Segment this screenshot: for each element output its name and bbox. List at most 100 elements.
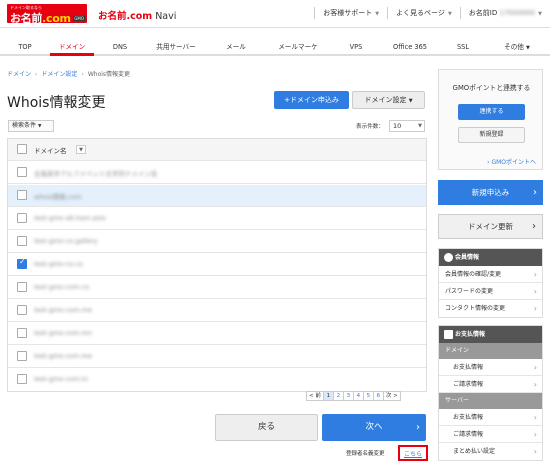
breadcrumb-domain-settings[interactable]: ドメイン設定	[41, 71, 77, 78]
tab-domain[interactable]: ドメイン	[50, 38, 94, 56]
tab-dns[interactable]: DNS	[100, 38, 140, 56]
payment-server-category: サーバー	[439, 393, 542, 409]
table-row[interactable]: test-gmo-co.co	[8, 254, 426, 276]
row-checkbox[interactable]	[17, 374, 27, 384]
chevron-down-icon: ▼	[538, 11, 542, 17]
table-row[interactable]: whois情報.com	[8, 185, 426, 207]
row-checkbox[interactable]	[17, 328, 27, 338]
chevron-down-icon: ▼	[375, 11, 380, 17]
row-checkbox[interactable]	[17, 351, 27, 361]
chevron-right-icon: ›	[533, 304, 537, 313]
table-row[interactable]: test-gmo-ab-tson.asia	[8, 208, 426, 230]
gmo-register-button[interactable]: 新規登録	[458, 127, 525, 143]
wallet-icon	[444, 330, 453, 339]
chevron-right-icon: ›	[533, 287, 537, 296]
domain-name: test-gmo-com.co	[34, 283, 90, 291]
domain-name: test-gmo-com.mn	[34, 329, 93, 337]
tab-mail[interactable]: メール	[214, 38, 258, 56]
sort-icon[interactable]: ▼	[76, 145, 86, 154]
tab-office365[interactable]: Office 365	[382, 38, 438, 56]
account-id[interactable]: お名前ID 17000000 ▼	[459, 7, 550, 19]
gmo-point-title: GMOポイントと連携する	[452, 84, 531, 92]
table-row[interactable]: test-gmo-com.co	[8, 277, 426, 299]
table-row[interactable]: 全角英字アルファベット文字列ドメイン名	[8, 162, 426, 184]
back-button[interactable]: 戻る	[215, 414, 318, 441]
domain-settings-dropdown[interactable]: ドメイン設定 ▼	[352, 91, 425, 109]
header-links: お客様サポート ▼ よく見るページ ▼ お名前ID 17000000 ▼	[314, 7, 550, 19]
prev-page-button[interactable]: < 前	[306, 391, 324, 401]
row-checkbox-checked[interactable]	[17, 257, 27, 269]
domain-billing-info-link[interactable]: ご請求情報 ›	[439, 376, 542, 393]
row-checkbox[interactable]	[17, 236, 27, 246]
domain-table: ドメイン名 ▼ 全角英字アルファベット文字列ドメイン名 whois情報.com …	[7, 138, 427, 392]
domain-renew-button[interactable]: ドメイン更新 ›	[438, 214, 543, 239]
password-change-link[interactable]: パスワードの変更 ›	[439, 283, 542, 300]
breadcrumb-domain[interactable]: ドメイン	[7, 71, 31, 78]
domain-name: whois情報.com	[34, 193, 82, 201]
chevron-down-icon: ▼	[447, 11, 452, 17]
bulk-payment-settings-link[interactable]: まとめ払い設定 ›	[439, 443, 542, 460]
chevron-right-icon: ›	[533, 380, 537, 389]
domain-payment-info-link[interactable]: お支払情報 ›	[439, 359, 542, 376]
row-checkbox[interactable]	[17, 167, 27, 177]
site-header: ドメイン取るなら お名前.com GMO お名前.com Navi お客様サポー…	[0, 0, 550, 28]
table-row[interactable]: test-gmo-com.me	[8, 346, 426, 368]
select-all-checkbox[interactable]	[17, 144, 27, 154]
domain-name: test-gmo-ab-tson.asia	[34, 214, 106, 222]
member-info-edit-link[interactable]: 会員情報の確認/変更 ›	[439, 266, 542, 283]
gmo-point-panel: GMOポイントと連携する 連携する 新規登録 › GMOポイントへ	[438, 69, 543, 170]
payment-domain-category: ドメイン	[439, 343, 542, 359]
server-billing-info-link[interactable]: ご請求情報 ›	[439, 426, 542, 443]
registrant-change-note: 登録者名義変更	[346, 451, 385, 457]
pagination: < 前 1 2 3 4 5 6 次 >	[306, 391, 401, 401]
table-row[interactable]: test-gmo-com.mn	[8, 323, 426, 345]
chevron-down-icon: ▼	[37, 124, 42, 129]
chevron-right-icon: ›	[532, 221, 536, 232]
next-button[interactable]: 次へ ›	[322, 414, 426, 441]
display-count-select[interactable]: 10 ▼	[389, 120, 425, 132]
row-checkbox[interactable]	[17, 282, 27, 292]
tab-other[interactable]: その他 ▼	[490, 38, 544, 56]
chevron-down-icon: ▼	[418, 123, 422, 129]
domain-name: test-gmo-com.me	[34, 352, 93, 360]
gmo-link-button[interactable]: 連携する	[458, 104, 525, 120]
search-conditions-dropdown[interactable]: 検索条件 ▼	[8, 120, 54, 132]
chevron-right-icon: ›	[35, 71, 38, 78]
breadcrumb-current: Whois情報変更	[87, 71, 131, 78]
domain-name: 全角英字アルファベット文字列ドメイン名	[34, 170, 158, 178]
registrant-change-link[interactable]: こちら	[404, 449, 422, 458]
support-menu[interactable]: お客様サポート ▼	[314, 7, 387, 19]
tab-top[interactable]: TOP	[8, 38, 42, 56]
server-payment-info-link[interactable]: お支払情報 ›	[439, 409, 542, 426]
chevron-right-icon: ›	[533, 430, 537, 439]
registrant-change-link-highlight[interactable]: こちら	[398, 445, 428, 461]
table-row[interactable]: test-gmo-com.me	[8, 300, 426, 322]
chevron-right-icon: ›	[81, 71, 84, 78]
logo-text: お名前.com	[10, 12, 71, 25]
gmo-points-link[interactable]: › GMOポイントへ	[487, 157, 536, 166]
table-row[interactable]: test-gmo-co.gallery	[8, 231, 426, 253]
chevron-down-icon: ▼	[408, 98, 413, 104]
tab-ssl[interactable]: SSL	[445, 38, 481, 56]
page-title: Whois情報変更	[7, 95, 106, 111]
domain-name: test-gmo-com.tv	[34, 375, 89, 383]
tab-vps[interactable]: VPS	[336, 38, 376, 56]
contact-info-change-link[interactable]: コンタクト情報の変更 ›	[439, 300, 542, 317]
user-id-value: 17000000	[499, 9, 536, 17]
main-nav: TOP ドメイン DNS 共用サーバー メール メールマーケ VPS Offic…	[0, 38, 550, 56]
table-row[interactable]: test-gmo-com.tv	[8, 369, 426, 391]
row-checkbox[interactable]	[17, 190, 27, 200]
favorites-menu[interactable]: よく見るページ ▼	[387, 7, 460, 19]
app-title: お名前.com Navi	[98, 11, 177, 22]
onamae-logo[interactable]: ドメイン取るなら お名前.com GMO	[7, 4, 87, 25]
row-checkbox[interactable]	[17, 213, 27, 223]
row-checkbox[interactable]	[17, 305, 27, 315]
new-apply-button[interactable]: 新規申込み ›	[438, 180, 543, 205]
chevron-right-icon: ›	[416, 422, 420, 433]
tab-mail-marketing[interactable]: メールマーケ	[264, 38, 332, 56]
tab-shared-server[interactable]: 共用サーバー	[146, 38, 206, 56]
next-page-button[interactable]: 次 >	[382, 391, 401, 401]
add-domain-button[interactable]: +ドメイン申込み	[274, 91, 349, 109]
chevron-right-icon: ›	[533, 413, 537, 422]
chevron-down-icon: ▼	[526, 45, 530, 51]
